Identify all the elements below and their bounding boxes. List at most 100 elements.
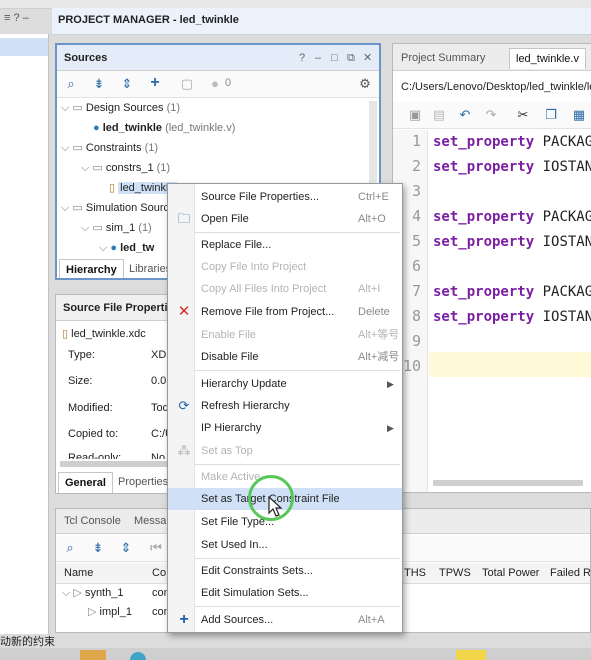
- chevron-down-icon[interactable]: ⌵: [61, 102, 69, 114]
- col-name[interactable]: Name: [64, 564, 93, 582]
- col-failed-routes[interactable]: Failed Ro: [550, 564, 590, 582]
- menu-item-source-file-properties[interactable]: Source File Properties... Ctrl+E: [168, 186, 402, 208]
- properties-file: ▯ led_twinkle.xdc: [62, 328, 146, 340]
- save-disabled-icon[interactable]: ▤: [431, 107, 447, 123]
- taskbar-app-icon[interactable]: [80, 650, 106, 660]
- menu-separator: [194, 232, 400, 233]
- properties-icon[interactable]: ▢: [179, 76, 195, 92]
- save-icon[interactable]: ▣: [407, 107, 423, 123]
- tab-properties[interactable]: Properties: [112, 472, 174, 492]
- prop-size-label: Size:: [68, 375, 93, 387]
- code-line-5[interactable]: set_property IOSTAND: [433, 230, 591, 255]
- prop-modified-label: Modified:: [68, 402, 113, 414]
- folder-icon: ▭: [72, 102, 83, 114]
- menu-separator: [194, 558, 400, 559]
- col-total-power[interactable]: Total Power: [482, 564, 539, 582]
- tab-messages[interactable]: Messa: [128, 511, 172, 531]
- left-window-title-glyphs[interactable]: ≡ ? –: [4, 12, 29, 24]
- menu-item-disable-file[interactable]: Disable File Alt+减号: [168, 346, 402, 368]
- paste-icon[interactable]: ▦: [571, 107, 587, 123]
- tab-hierarchy[interactable]: Hierarchy: [59, 259, 124, 278]
- add-icon[interactable]: +: [147, 75, 163, 91]
- tree-simulation-sources[interactable]: ⌵ ▭ Simulation Sources: [61, 199, 181, 217]
- col-ths[interactable]: THS: [404, 564, 426, 582]
- copy-icon[interactable]: ❐: [543, 107, 559, 123]
- tab-tcl-console[interactable]: Tcl Console: [58, 511, 127, 531]
- tab-general[interactable]: General: [58, 472, 113, 493]
- chevron-down-icon[interactable]: ⌵: [62, 587, 70, 599]
- tree-sim-1[interactable]: ⌵ ▭ sim_1 (1): [81, 219, 152, 237]
- tab-led-twinkle-v[interactable]: led_twinkle.v: [509, 48, 586, 69]
- chevron-down-icon[interactable]: ⌵: [99, 242, 107, 254]
- expand-all-icon[interactable]: ⇕: [118, 540, 134, 556]
- expand-all-icon[interactable]: ⇕: [119, 76, 135, 92]
- code-line-2[interactable]: set_property IOSTAND: [433, 155, 591, 180]
- code-line-1[interactable]: set_property PACKAGE: [433, 130, 591, 155]
- menu-item-remove-file[interactable]: ✕ Remove File from Project... Delete: [168, 301, 402, 323]
- gear-icon[interactable]: ⚙: [357, 76, 373, 92]
- folder-icon: ▭: [72, 142, 83, 154]
- sources-title: Sources: [64, 52, 108, 64]
- menu-item-replace-file[interactable]: Replace File...: [168, 234, 402, 256]
- maximize-icon[interactable]: □: [331, 45, 338, 71]
- menu-item-set-as-top: ⁂ Set as Top: [177, 443, 253, 458]
- flow-navigator-selected-row[interactable]: [0, 38, 48, 56]
- menu-item-add-sources[interactable]: + Add Sources... Alt+A: [168, 609, 402, 631]
- prop-size-value: 0.0: [151, 375, 167, 387]
- menu-item-edit-constraints-sets[interactable]: Edit Constraints Sets...: [168, 560, 402, 582]
- prop-type-label: Type:: [68, 349, 95, 361]
- col-constraints[interactable]: Co: [152, 564, 166, 582]
- code-line-7[interactable]: set_property PACKAGE: [433, 280, 591, 305]
- chevron-down-icon[interactable]: ⌵: [81, 162, 89, 174]
- undo-icon[interactable]: ↶: [457, 107, 473, 123]
- first-icon[interactable]: ⏮: [148, 540, 164, 556]
- sources-header: Sources ? – □ ⧉ ✕: [57, 45, 379, 71]
- folder-icon: ▭: [92, 162, 103, 174]
- tab-project-summary[interactable]: Project Summary: [395, 48, 491, 68]
- minimize-icon[interactable]: –: [315, 45, 321, 71]
- col-tpws[interactable]: TPWS: [439, 564, 471, 582]
- cut-icon[interactable]: ✂: [515, 107, 531, 123]
- chevron-down-icon[interactable]: ⌵: [61, 202, 69, 214]
- chevron-down-icon[interactable]: ⌵: [81, 222, 89, 234]
- mouse-cursor-icon: [268, 496, 283, 517]
- tree-led-tw-sim[interactable]: ⌵ ● led_tw: [99, 239, 154, 257]
- tree-design-sources[interactable]: ⌵ ▭ Design Sources (1): [61, 99, 180, 117]
- menu-item-edit-simulation-sets[interactable]: Edit Simulation Sets...: [168, 582, 402, 604]
- submenu-arrow-icon: ▶: [387, 379, 394, 389]
- menu-separator: [194, 464, 400, 465]
- submenu-arrow-icon: ▶: [387, 423, 394, 433]
- help-icon[interactable]: ?: [299, 45, 305, 71]
- context-menu: Source File Properties... Ctrl+E 🗀 Open Fi…: [167, 183, 403, 633]
- menu-item-ip-hierarchy[interactable]: IP Hierarchy ▶: [168, 417, 402, 439]
- sources-toolbar: ⌕ ⇟ ⇕ + ▢ ● 0 ⚙: [57, 71, 379, 98]
- collapse-all-icon[interactable]: ⇟: [91, 76, 107, 92]
- menu-item-refresh-hierarchy[interactable]: ⟳ Refresh Hierarchy: [168, 395, 402, 417]
- line-number: 2: [411, 157, 421, 175]
- tree-constrs-1[interactable]: ⌵ ▭ constrs_1 (1): [81, 159, 170, 177]
- tree-led-twinkle-v[interactable]: ● led_twinkle (led_twinkle.v): [93, 119, 235, 137]
- table-row[interactable]: ⌵ ▷ synth_1: [62, 584, 123, 602]
- editor-hscrollbar[interactable]: [433, 480, 583, 486]
- code-line-8[interactable]: set_property IOSTAND: [433, 305, 591, 330]
- table-row[interactable]: ▷ impl_1: [88, 603, 132, 621]
- close-icon[interactable]: ✕: [363, 45, 372, 71]
- code-line-4[interactable]: set_property PACKAGE: [433, 205, 591, 230]
- module-icon: ●: [93, 122, 100, 134]
- collapse-all-icon[interactable]: ⇟: [90, 540, 106, 556]
- search-icon[interactable]: ⌕: [63, 76, 79, 92]
- redo-icon[interactable]: ↷: [483, 107, 499, 123]
- search-icon[interactable]: ⌕: [62, 540, 78, 556]
- properties-hscrollbar[interactable]: [60, 461, 170, 467]
- chevron-down-icon[interactable]: ⌵: [61, 142, 69, 154]
- taskbar-app-icon[interactable]: [456, 650, 486, 660]
- hierarchy-icon: ⁂: [177, 443, 191, 458]
- editor-toolbar: ▣ ▤ ↶ ↷ ✂ ❐ ▦: [393, 102, 591, 129]
- tree-constraints[interactable]: ⌵ ▭ Constraints (1): [61, 139, 158, 157]
- folder-icon: 🗀: [177, 211, 191, 226]
- status-count: 0: [225, 77, 232, 89]
- menu-item-open-file[interactable]: 🗀 Open File Alt+O: [168, 208, 402, 230]
- menu-item-hierarchy-update[interactable]: Hierarchy Update ▶: [168, 373, 402, 395]
- float-icon[interactable]: ⧉: [347, 45, 355, 71]
- menu-item-set-used-in[interactable]: Set Used In...: [168, 534, 402, 556]
